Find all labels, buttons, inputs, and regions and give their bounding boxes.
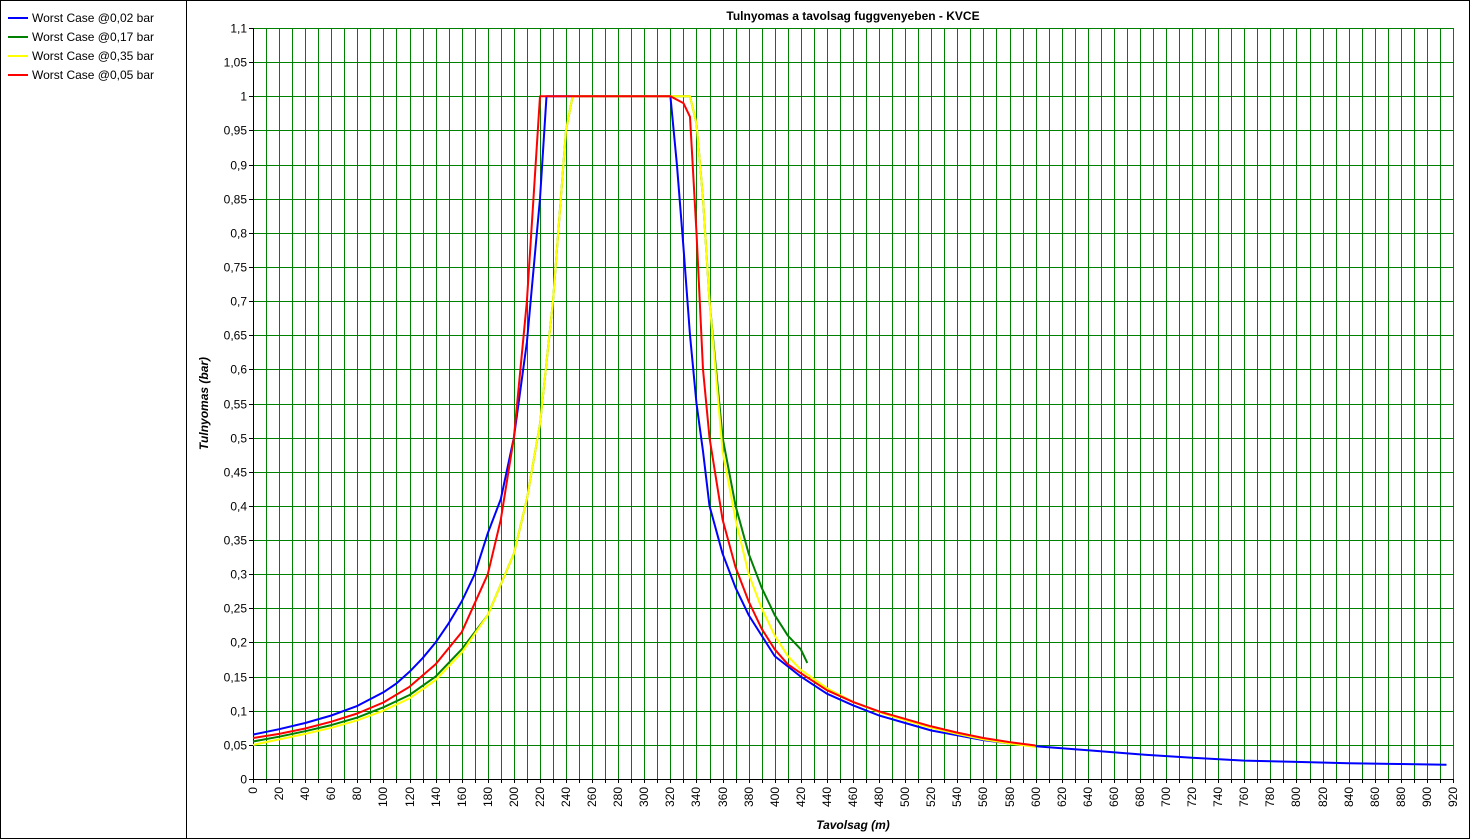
x-tick-label: 560	[976, 787, 990, 807]
y-tick-label: 0,6	[230, 363, 247, 377]
x-tick-label: 600	[1029, 787, 1043, 807]
y-tick-label: 0,1	[230, 705, 247, 719]
x-tick-label: 20	[272, 787, 286, 801]
y-tick-label: 0,65	[224, 329, 248, 343]
y-tick-label: 0	[240, 773, 247, 787]
x-tick-label: 760	[1237, 787, 1251, 807]
x-tick-label: 460	[846, 787, 860, 807]
x-tick-label: 60	[324, 787, 338, 801]
x-tick-label: 100	[376, 787, 390, 807]
y-tick-label: 0,4	[230, 500, 247, 514]
x-tick-label: 500	[898, 787, 912, 807]
x-tick-label: 220	[533, 787, 547, 807]
x-tick-label: 360	[716, 787, 730, 807]
x-tick-labels: 0 20 40 60 80 100 120 140 160 180 200 220 240 260 280 3…	[246, 787, 1460, 807]
y-tick-label: 0,05	[224, 739, 248, 753]
y-tick-label: 0,25	[224, 602, 248, 616]
series-line-0	[252, 95, 1447, 766]
x-tick-label: 540	[950, 787, 964, 807]
y-tick-label: 0,45	[224, 466, 248, 480]
x-tick-label: 520	[924, 787, 938, 807]
y-tick-label: 0,35	[224, 534, 248, 548]
x-tick-label: 120	[403, 787, 417, 807]
x-tick-label: 800	[1289, 787, 1303, 807]
x-tick-label: 620	[1055, 787, 1069, 807]
x-tick-label: 480	[872, 787, 886, 807]
y-tick-label: 0,8	[230, 227, 247, 241]
x-tick-label: 920	[1446, 787, 1460, 807]
y-tick-label: 0,75	[224, 261, 248, 275]
y-tick-label: 0,95	[224, 124, 248, 138]
x-tick-label: 680	[1133, 787, 1147, 807]
y-tick-label: 0,85	[224, 193, 248, 207]
x-tick-label: 640	[1081, 787, 1095, 807]
x-tick-label: 180	[481, 787, 495, 807]
x-tick-label: 240	[559, 787, 573, 807]
y-tick-label: 1	[240, 90, 247, 104]
x-tick-label: 40	[298, 787, 312, 801]
x-tick-label: 820	[1316, 787, 1330, 807]
x-tick-label: 400	[768, 787, 782, 807]
x-tick-label: 140	[429, 787, 443, 807]
x-axis-title: Tavolsag (m)	[816, 818, 890, 832]
series-line-1	[252, 95, 809, 743]
y-tick-label: 0,7	[230, 295, 247, 309]
y-tick-label: 0,3	[230, 568, 247, 582]
x-tick-label: 320	[663, 787, 677, 807]
x-tick-label: 380	[742, 787, 756, 807]
x-tick-label: 420	[794, 787, 808, 807]
y-tick-label: 0,15	[224, 671, 248, 685]
x-tick-label: 660	[1107, 787, 1121, 807]
x-tick-label: 280	[611, 787, 625, 807]
x-tick-label: 780	[1263, 787, 1277, 807]
y-tick-label: 0,9	[230, 159, 247, 173]
x-tick-label: 260	[585, 787, 599, 807]
y-tick-label: 1,05	[224, 56, 248, 70]
x-tick-label: 700	[1159, 787, 1173, 807]
x-tick-label: 880	[1394, 787, 1408, 807]
x-tick-label: 840	[1342, 787, 1356, 807]
x-tick-label: 80	[350, 787, 364, 801]
x-tick-label: 160	[455, 787, 469, 807]
x-tick-label: 720	[1185, 787, 1199, 807]
x-tick-label: 340	[689, 787, 703, 807]
x-tick-label: 860	[1368, 787, 1382, 807]
x-tick-label: 200	[507, 787, 521, 807]
x-tick-label: 900	[1420, 787, 1434, 807]
x-tick-label: 300	[637, 787, 651, 807]
chart: Tulnyomas a tavolsag fuggvenyeben - KVCE…	[197, 9, 1460, 832]
x-tick-label: 440	[820, 787, 834, 807]
series-lines	[252, 95, 1447, 766]
y-tick-label: 1,1	[230, 22, 247, 36]
y-tick-label: 0,55	[224, 398, 248, 412]
chart-title: Tulnyomas a tavolsag fuggvenyeben - KVCE	[726, 9, 979, 23]
x-tick-label: 580	[1003, 787, 1017, 807]
x-tick-label: 740	[1211, 787, 1225, 807]
x-tick-label: 0	[246, 787, 260, 794]
y-tick-labels: 0 0,05 0,1 0,15 0,2 0,25 0,3 0,35 0,4 0,45 0,5 0,55…	[224, 22, 248, 787]
y-tick-label: 0,5	[230, 432, 247, 446]
y-tick-label: 0,2	[230, 636, 247, 650]
y-axis-title: Tulnyomas (bar)	[197, 357, 211, 450]
